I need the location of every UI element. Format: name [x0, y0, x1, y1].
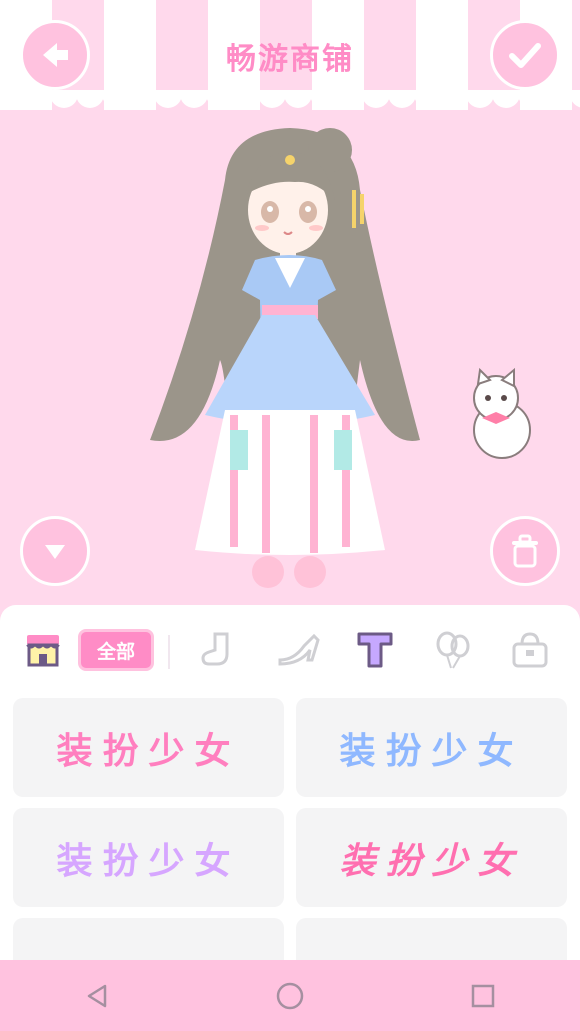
sock-icon	[201, 632, 229, 666]
title-card-lavender[interactable]: 装扮少女	[13, 808, 284, 907]
checkmark-icon	[509, 43, 541, 68]
tab-socks[interactable]	[196, 627, 242, 673]
card-text: 装扮少女	[56, 730, 241, 772]
cat-pet	[473, 367, 531, 459]
shop-icon	[26, 635, 60, 667]
tab-shoes[interactable]	[275, 627, 321, 673]
high-heel-icon	[278, 633, 320, 666]
character-stage	[0, 110, 580, 605]
item-panel: 全部 装扮少女 装扮少女 装扮少女 装扮少女	[0, 605, 580, 1017]
back-button[interactable]	[20, 20, 90, 90]
tab-shop[interactable]	[20, 627, 66, 673]
back-nav-icon	[87, 984, 106, 1007]
category-tabbar: 全部	[0, 621, 580, 681]
nav-recents-button[interactable]	[453, 966, 513, 1026]
doll-character[interactable]	[0, 110, 580, 605]
nav-home-button[interactable]	[260, 966, 320, 1026]
home-nav-icon	[276, 982, 304, 1009]
title-text-icon	[357, 632, 393, 668]
confirm-button[interactable]	[490, 20, 560, 90]
tab-title-text[interactable]	[352, 627, 398, 673]
title-card-pink[interactable]: 装扮少女	[13, 698, 284, 797]
collapse-button[interactable]	[20, 516, 90, 586]
card-text: 装扮少女	[339, 840, 524, 882]
title-card-blue[interactable]: 装扮少女	[296, 698, 567, 797]
card-text: 装扮少女	[339, 730, 524, 772]
delete-button[interactable]	[490, 516, 560, 586]
trash-icon	[512, 534, 538, 568]
balloons-icon	[436, 631, 470, 669]
card-text: 装扮少女	[56, 840, 241, 882]
chevron-down-icon	[45, 545, 65, 559]
tab-bags[interactable]	[507, 627, 553, 673]
tab-all[interactable]: 全部	[78, 629, 154, 671]
tab-balloons[interactable]	[430, 627, 476, 673]
tab-divider	[168, 635, 170, 669]
system-navbar	[0, 960, 580, 1031]
nav-back-button[interactable]	[67, 966, 127, 1026]
recents-nav-icon	[472, 984, 495, 1007]
arrow-left-icon	[43, 43, 68, 67]
title-card-pink-script[interactable]: 装扮少女	[296, 808, 567, 907]
bag-icon	[512, 632, 548, 668]
